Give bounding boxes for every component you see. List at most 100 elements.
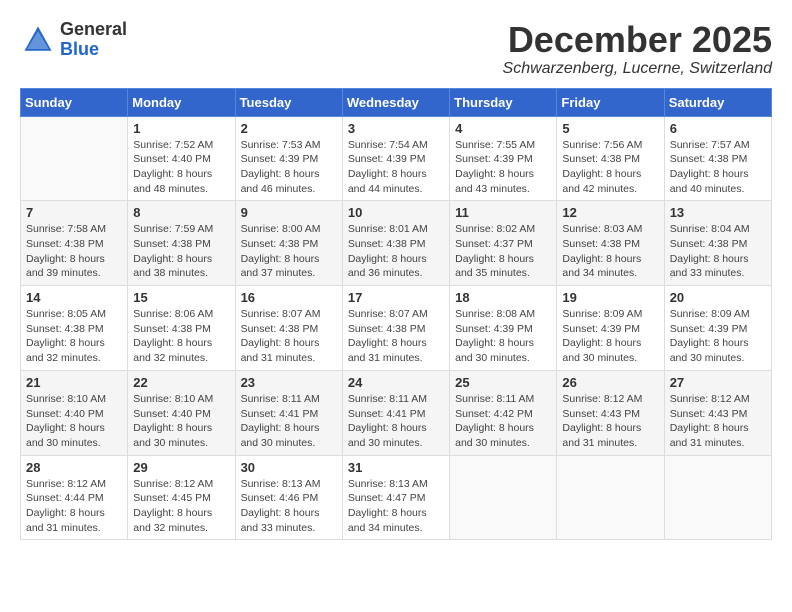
calendar-week-4: 21 Sunrise: 8:10 AMSunset: 4:40 PMDayligh… [21,370,772,455]
day-number: 30 [241,460,337,475]
calendar-cell [450,455,557,540]
day-number: 12 [562,205,658,220]
day-info: Sunrise: 8:06 AMSunset: 4:38 PMDaylight:… [133,307,229,366]
title-block: December 2025 Schwarzenberg, Lucerne, Sw… [503,20,772,78]
calendar-week-2: 7Sunrise: 7:58 AMSunset: 4:38 PMDaylight… [21,201,772,286]
calendar-cell: 4 Sunrise: 7:55 AMSunset: 4:39 PMDaylight… [450,116,557,201]
calendar-cell: 26 Sunrise: 8:12 AMSunset: 4:43 PMDayligh… [557,370,664,455]
calendar-cell: 16 Sunrise: 8:07 AMSunset: 4:38 PMDayligh… [235,286,342,371]
calendar-cell: 25Sunrise: 8:11 AMSunset: 4:42 PMDayligh… [450,370,557,455]
day-info: Sunrise: 8:07 AMSunset: 4:38 PMDaylight:… [348,307,444,366]
day-info: Sunrise: 8:12 AMSunset: 4:45 PMDaylight:… [133,477,229,536]
day-number: 4 [455,121,551,136]
calendar-cell: 24Sunrise: 8:11 AMSunset: 4:41 PMDayligh… [342,370,449,455]
calendar-cell: 21 Sunrise: 8:10 AMSunset: 4:40 PMDayligh… [21,370,128,455]
day-info: Sunrise: 8:08 AMSunset: 4:39 PMDaylight:… [455,307,551,366]
day-info: Sunrise: 8:10 AMSunset: 4:40 PMDaylight:… [26,392,122,451]
calendar-cell: 20 Sunrise: 8:09 AMSunset: 4:39 PMDayligh… [664,286,771,371]
day-number: 28 [26,460,122,475]
day-number: 17 [348,290,444,305]
day-info: Sunrise: 7:54 AMSunset: 4:39 PMDaylight:… [348,138,444,197]
day-info: Sunrise: 7:56 AMSunset: 4:38 PMDaylight:… [562,138,658,197]
logo: General Blue [20,20,127,60]
calendar-cell: 29 Sunrise: 8:12 AMSunset: 4:45 PMDayligh… [128,455,235,540]
day-info: Sunrise: 7:52 AMSunset: 4:40 PMDaylight:… [133,138,229,197]
calendar-cell: 2 Sunrise: 7:53 AMSunset: 4:39 PMDaylight… [235,116,342,201]
day-info: Sunrise: 8:01 AMSunset: 4:38 PMDaylight:… [348,222,444,281]
day-info: Sunrise: 8:12 AMSunset: 4:43 PMDaylight:… [562,392,658,451]
day-number: 3 [348,121,444,136]
calendar-cell: 22 Sunrise: 8:10 AMSunset: 4:40 PMDayligh… [128,370,235,455]
day-number: 26 [562,375,658,390]
day-number: 5 [562,121,658,136]
day-info: Sunrise: 8:11 AMSunset: 4:41 PMDaylight:… [241,392,337,451]
calendar-cell: 3 Sunrise: 7:54 AMSunset: 4:39 PMDaylight… [342,116,449,201]
calendar-cell: 13 Sunrise: 8:04 AMSunset: 4:38 PMDayligh… [664,201,771,286]
calendar-cell: 17 Sunrise: 8:07 AMSunset: 4:38 PMDayligh… [342,286,449,371]
calendar-week-3: 14 Sunrise: 8:05 AMSunset: 4:38 PMDayligh… [21,286,772,371]
day-info: Sunrise: 8:02 AMSunset: 4:37 PMDaylight:… [455,222,551,281]
day-number: 6 [670,121,766,136]
calendar-cell: 7Sunrise: 7:58 AMSunset: 4:38 PMDaylight… [21,201,128,286]
day-number: 29 [133,460,229,475]
day-header-tuesday: Tuesday [235,88,342,116]
day-info: Sunrise: 8:12 AMSunset: 4:43 PMDaylight:… [670,392,766,451]
calendar-cell: 18Sunrise: 8:08 AMSunset: 4:39 PMDayligh… [450,286,557,371]
day-number: 14 [26,290,122,305]
day-info: Sunrise: 8:09 AMSunset: 4:39 PMDaylight:… [670,307,766,366]
day-number: 11 [455,205,551,220]
day-header-monday: Monday [128,88,235,116]
calendar-cell: 6 Sunrise: 7:57 AMSunset: 4:38 PMDaylight… [664,116,771,201]
day-header-thursday: Thursday [450,88,557,116]
day-info: Sunrise: 8:03 AMSunset: 4:38 PMDaylight:… [562,222,658,281]
day-header-sunday: Sunday [21,88,128,116]
day-info: Sunrise: 8:09 AMSunset: 4:39 PMDaylight:… [562,307,658,366]
calendar-table: SundayMondayTuesdayWednesdayThursdayFrid… [20,88,772,541]
day-number: 13 [670,205,766,220]
month-title: December 2025 [503,20,772,60]
day-number: 10 [348,205,444,220]
day-number: 2 [241,121,337,136]
day-info: Sunrise: 8:10 AMSunset: 4:40 PMDaylight:… [133,392,229,451]
day-info: Sunrise: 8:05 AMSunset: 4:38 PMDaylight:… [26,307,122,366]
day-info: Sunrise: 8:07 AMSunset: 4:38 PMDaylight:… [241,307,337,366]
location: Schwarzenberg, Lucerne, Switzerland [503,60,772,78]
day-number: 8 [133,205,229,220]
day-number: 1 [133,121,229,136]
calendar-cell: 23Sunrise: 8:11 AMSunset: 4:41 PMDayligh… [235,370,342,455]
calendar-cell: 15 Sunrise: 8:06 AMSunset: 4:38 PMDayligh… [128,286,235,371]
day-info: Sunrise: 7:57 AMSunset: 4:38 PMDaylight:… [670,138,766,197]
day-number: 16 [241,290,337,305]
calendar-cell [557,455,664,540]
logo-icon [20,22,56,58]
day-number: 21 [26,375,122,390]
day-info: Sunrise: 8:12 AMSunset: 4:44 PMDaylight:… [26,477,122,536]
day-info: Sunrise: 7:53 AMSunset: 4:39 PMDaylight:… [241,138,337,197]
day-info: Sunrise: 7:59 AMSunset: 4:38 PMDaylight:… [133,222,229,281]
day-number: 20 [670,290,766,305]
day-info: Sunrise: 8:00 AMSunset: 4:38 PMDaylight:… [241,222,337,281]
day-info: Sunrise: 8:13 AMSunset: 4:46 PMDaylight:… [241,477,337,536]
day-number: 31 [348,460,444,475]
calendar-cell: 28 Sunrise: 8:12 AMSunset: 4:44 PMDayligh… [21,455,128,540]
day-number: 22 [133,375,229,390]
day-info: Sunrise: 7:55 AMSunset: 4:39 PMDaylight:… [455,138,551,197]
calendar-cell: 9 Sunrise: 8:00 AMSunset: 4:38 PMDaylight… [235,201,342,286]
calendar-cell: 1 Sunrise: 7:52 AMSunset: 4:40 PMDaylight… [128,116,235,201]
calendar-week-1: 1 Sunrise: 7:52 AMSunset: 4:40 PMDaylight… [21,116,772,201]
calendar-cell: 10 Sunrise: 8:01 AMSunset: 4:38 PMDayligh… [342,201,449,286]
day-info: Sunrise: 8:13 AMSunset: 4:47 PMDaylight:… [348,477,444,536]
page-header: General Blue December 2025 Schwarzenberg… [20,20,772,78]
calendar-cell: 14 Sunrise: 8:05 AMSunset: 4:38 PMDayligh… [21,286,128,371]
day-number: 25 [455,375,551,390]
calendar-cell [664,455,771,540]
day-header-saturday: Saturday [664,88,771,116]
calendar-cell: 11 Sunrise: 8:02 AMSunset: 4:37 PMDayligh… [450,201,557,286]
day-number: 9 [241,205,337,220]
day-info: Sunrise: 8:04 AMSunset: 4:38 PMDaylight:… [670,222,766,281]
day-header-friday: Friday [557,88,664,116]
day-number: 15 [133,290,229,305]
day-header-wednesday: Wednesday [342,88,449,116]
day-info: Sunrise: 8:11 AMSunset: 4:41 PMDaylight:… [348,392,444,451]
calendar-cell: 8 Sunrise: 7:59 AMSunset: 4:38 PMDaylight… [128,201,235,286]
